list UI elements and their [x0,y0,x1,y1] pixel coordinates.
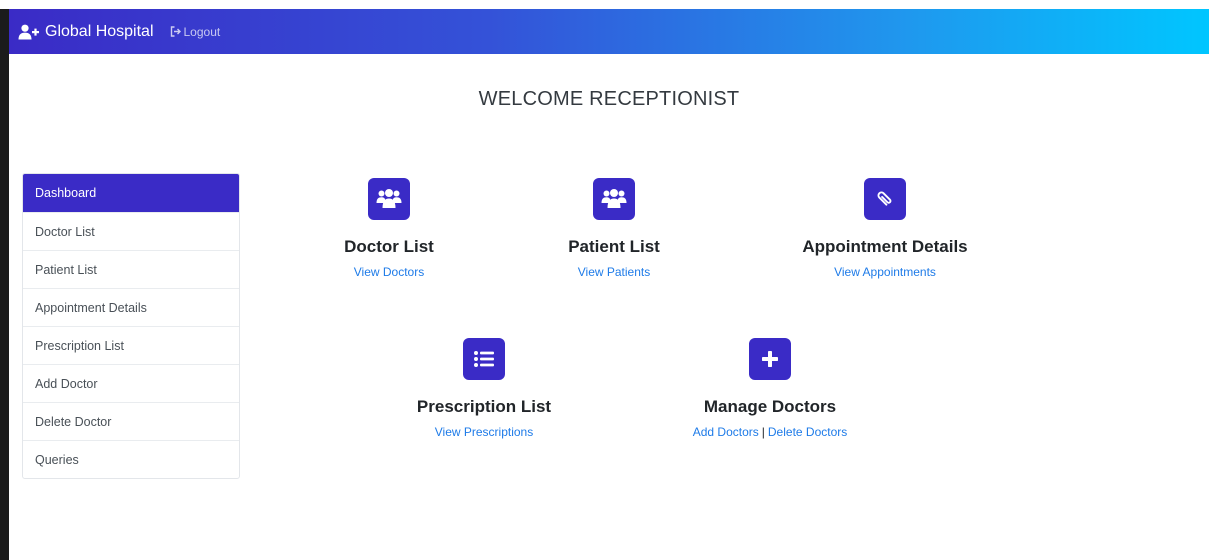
manage-doctors-links: Add Doctors | Delete Doctors [660,425,880,439]
card-doctor-list: Doctor List View Doctors [289,178,489,279]
sign-out-icon [170,26,181,37]
card-title: Appointment Details [802,237,968,256]
view-appointments-link[interactable]: View Appointments [765,265,1005,279]
card-icon-box [463,338,505,380]
card-prescription-list: Prescription List View Prescriptions [384,338,584,439]
window-top-edge [0,0,1209,9]
add-doctors-link[interactable]: Add Doctors [693,425,759,439]
users-icon [601,189,627,208]
logout-label: Logout [183,24,221,39]
sidebar-item-appointment-details[interactable]: Appointment Details [23,288,239,326]
card-patient-list: Patient List View Patients [514,178,714,279]
card-title: Doctor List [344,237,434,256]
sidebar-item-queries[interactable]: Queries [23,440,239,478]
card-icon-box [593,178,635,220]
card-appointment-details: Appointment Details View Appointments [765,178,1005,279]
view-patients-link[interactable]: View Patients [514,265,714,279]
sidebar-item-doctor-list[interactable]: Doctor List [23,212,239,250]
navbar: Global Hospital Logout [9,9,1209,54]
logout-link[interactable]: Logout [170,24,221,39]
view-prescriptions-link[interactable]: View Prescriptions [384,425,584,439]
paperclip-icon [877,191,892,206]
brand-name: Global Hospital [45,22,154,40]
card-manage-doctors: Manage Doctors Add Doctors | Delete Doctor… [660,338,880,439]
sidebar-item-prescription-list[interactable]: Prescription List [23,326,239,364]
window-left-edge [0,9,9,560]
card-icon-box [864,178,906,220]
sidebar-item-dashboard[interactable]: Dashboard [23,174,239,212]
plus-icon [762,351,778,367]
sidebar: Dashboard Doctor List Patient List Appoi… [22,173,240,479]
sidebar-item-delete-doctor[interactable]: Delete Doctor [23,402,239,440]
navbar-brand[interactable]: Global Hospital [18,23,154,41]
sidebar-item-patient-list[interactable]: Patient List [23,250,239,288]
users-icon [376,189,402,208]
link-separator: | [761,425,765,439]
user-plus-icon [18,24,39,39]
delete-doctors-link[interactable]: Delete Doctors [768,425,847,439]
page-title: WELCOME RECEPTIONIST [478,88,740,110]
card-title: Prescription List [416,397,552,416]
list-icon [474,351,494,367]
card-icon-box [749,338,791,380]
view-doctors-link[interactable]: View Doctors [289,265,489,279]
card-title: Manage Doctors [703,397,837,416]
sidebar-item-add-doctor[interactable]: Add Doctor [23,364,239,402]
card-icon-box [368,178,410,220]
card-title: Patient List [568,237,660,256]
